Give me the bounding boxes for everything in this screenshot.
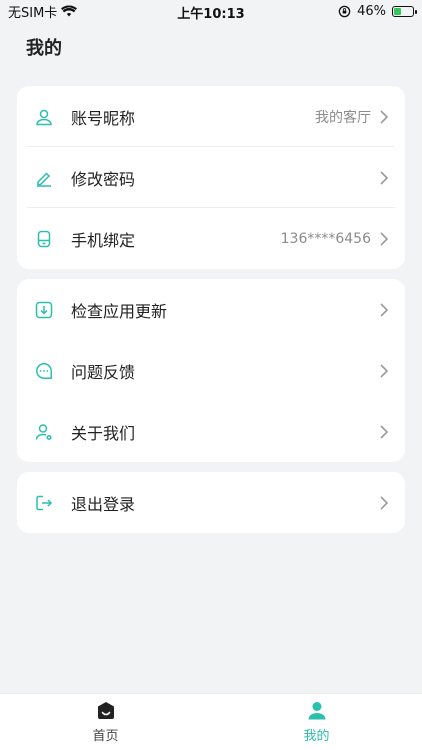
about-user-icon	[35, 423, 53, 441]
logout-card: 退出登录	[17, 472, 405, 533]
change-password-label: 修改密码	[71, 169, 136, 189]
phone-binding-label: 手机绑定	[71, 230, 136, 250]
tab-mine-label: 我的	[303, 729, 330, 744]
tab-home[interactable]: 首页	[0, 694, 211, 750]
logout-icon	[35, 494, 53, 512]
status-left: 无SIM卡	[8, 2, 78, 21]
check-update-label: 检查应用更新	[71, 301, 168, 321]
feedback-row[interactable]: 问题反馈	[17, 340, 405, 401]
user-icon	[35, 108, 53, 126]
edit-icon	[35, 169, 53, 187]
chat-icon	[35, 362, 53, 380]
nickname-value: 我的客厅	[315, 109, 371, 126]
change-password-row[interactable]: 修改密码	[17, 147, 405, 208]
orientation-lock-icon	[338, 5, 351, 17]
feedback-label: 问题反馈	[71, 362, 136, 382]
tab-mine[interactable]: 我的	[211, 694, 422, 750]
status-bar: 无SIM卡 上午10:13 46%	[0, 0, 422, 22]
bottom-tab-bar: 首页 我的	[0, 693, 422, 750]
battery-icon	[392, 5, 417, 17]
chevron-right-icon	[380, 495, 389, 510]
chevron-right-icon	[380, 231, 389, 246]
check-update-row[interactable]: 检查应用更新	[17, 279, 405, 340]
carrier-label: 无SIM卡	[8, 5, 58, 21]
person-icon	[308, 702, 325, 720]
app-info-card: 检查应用更新 问题反馈 关于我们	[17, 279, 405, 462]
nickname-label: 账号昵称	[71, 108, 136, 128]
phone-number-value: 136****6456	[280, 230, 371, 247]
chevron-right-icon	[380, 109, 389, 124]
about-us-row[interactable]: 关于我们	[17, 401, 405, 462]
logout-row[interactable]: 退出登录	[17, 472, 405, 533]
download-icon	[35, 301, 53, 319]
logout-label: 退出登录	[71, 494, 136, 514]
chevron-right-icon	[380, 302, 389, 317]
tab-home-label: 首页	[92, 729, 119, 744]
status-right: 46%	[338, 3, 417, 19]
battery-fill	[394, 7, 402, 15]
wifi-icon	[61, 5, 78, 17]
account-settings-card: 账号昵称 我的客厅 修改密码 手机绑定 136****6456	[17, 86, 405, 269]
chevron-right-icon	[380, 170, 389, 185]
about-us-label: 关于我们	[71, 423, 136, 443]
nickname-row[interactable]: 账号昵称 我的客厅	[17, 86, 405, 147]
battery-percent: 46%	[357, 3, 386, 19]
chevron-right-icon	[380, 363, 389, 378]
page-title: 我的	[26, 38, 62, 59]
phone-icon	[35, 230, 53, 248]
home-icon	[97, 702, 114, 719]
chevron-right-icon	[380, 424, 389, 439]
phone-binding-row[interactable]: 手机绑定 136****6456	[17, 208, 405, 269]
